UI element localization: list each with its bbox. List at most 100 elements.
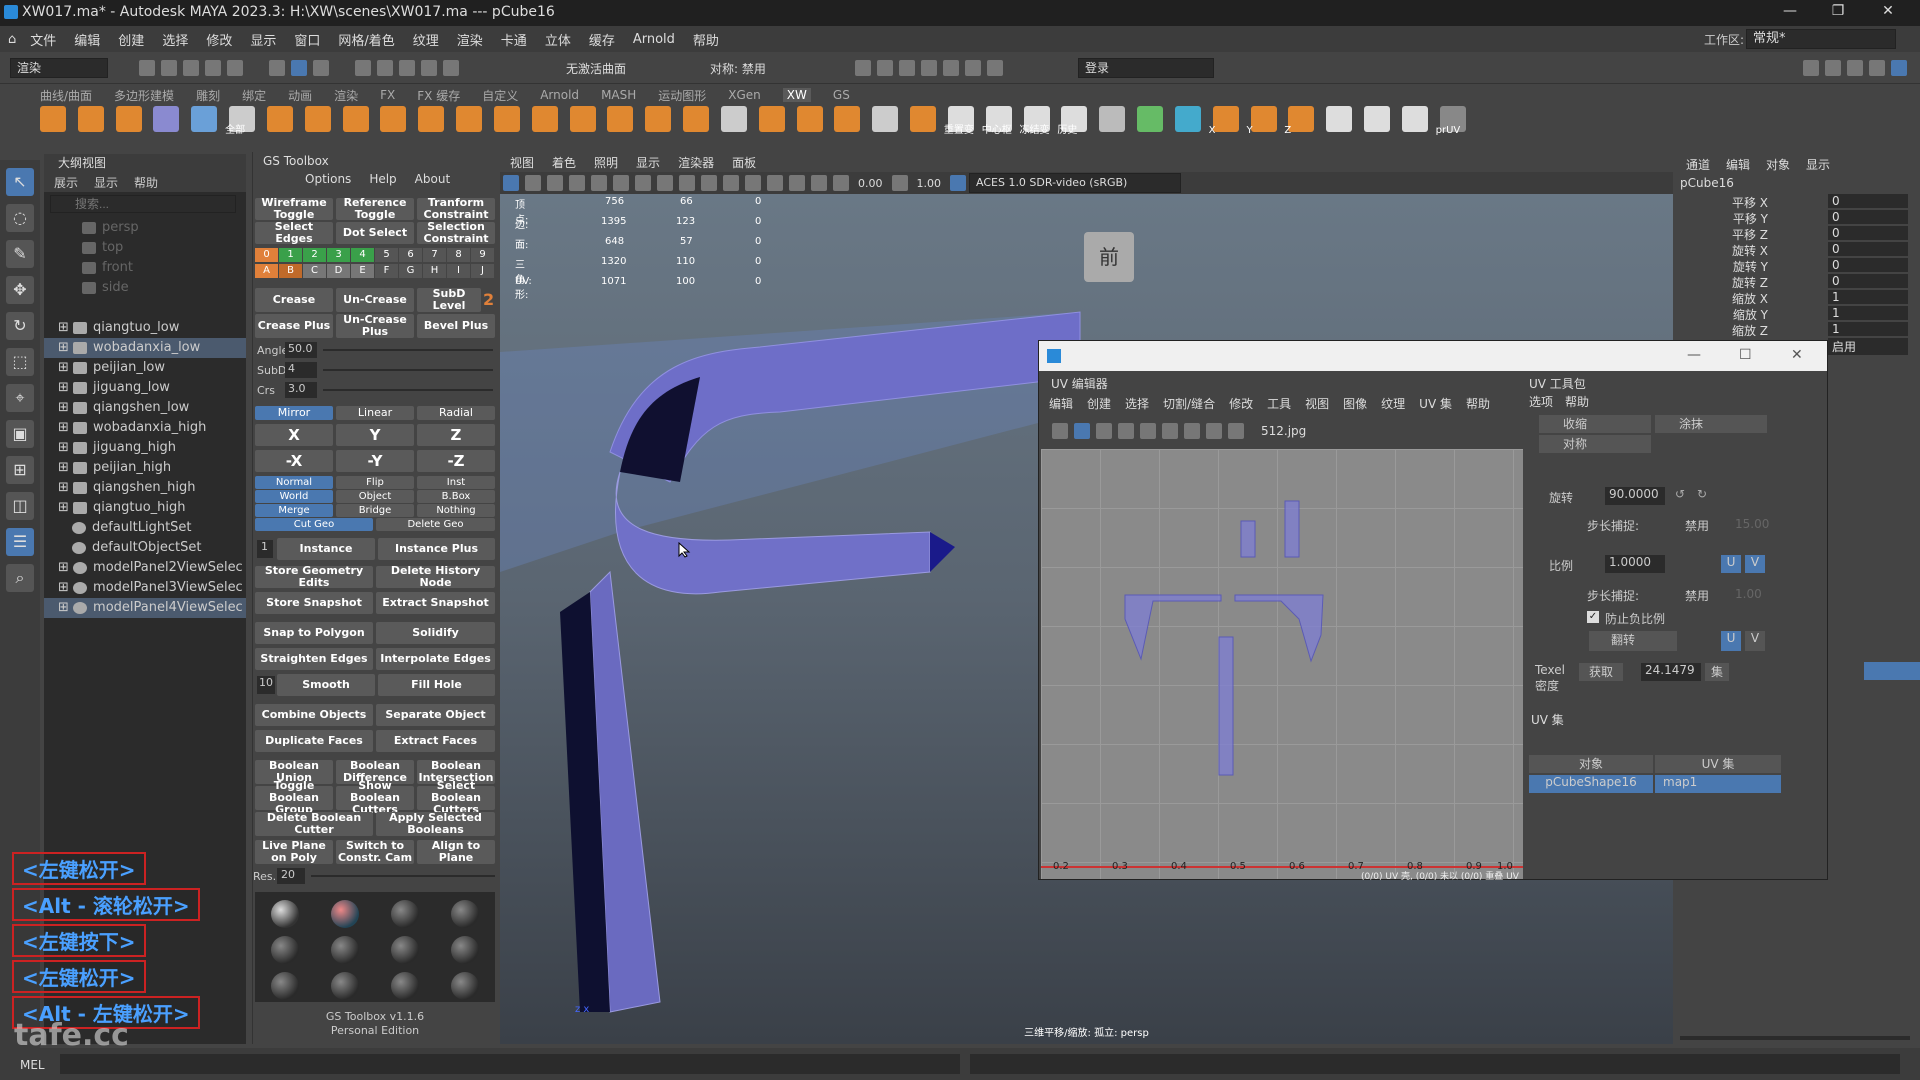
- shelf-tool-20[interactable]: [758, 106, 785, 132]
- attr-value[interactable]: 0: [1828, 210, 1908, 224]
- textured-icon[interactable]: [701, 175, 717, 191]
- cut-geo-toggle[interactable]: Cut Geo: [255, 518, 373, 531]
- prevent-negative-checkbox[interactable]: ✓: [1587, 611, 1599, 623]
- uv-tool-icon[interactable]: [1096, 423, 1112, 439]
- set-h-button[interactable]: H: [423, 264, 446, 278]
- scale-v-button[interactable]: V: [1745, 555, 1765, 573]
- set-8-button[interactable]: 8: [447, 248, 470, 262]
- wireframe-toggle-button[interactable]: Wireframe Toggle: [255, 197, 333, 221]
- uncrease-plus-button[interactable]: Un-Crease Plus: [336, 314, 414, 338]
- instance-count-field[interactable]: 1: [257, 540, 273, 558]
- smear-button[interactable]: 涂抹: [1655, 415, 1767, 433]
- bridge-toggle[interactable]: Bridge: [336, 504, 414, 517]
- list-item[interactable]: ⊞ modelPanel4ViewSelec: [44, 598, 246, 618]
- subd-field[interactable]: 4: [285, 362, 317, 378]
- shelf-tool-8[interactable]: [304, 106, 331, 132]
- list-item[interactable]: persp: [44, 218, 246, 238]
- attr-row[interactable]: 缩放 Y 1: [1674, 306, 1920, 322]
- uvset-object-cell[interactable]: pCubeShape16: [1529, 775, 1653, 793]
- login-button[interactable]: 登录: [1078, 58, 1214, 78]
- shelf-tool-1[interactable]: [40, 106, 66, 132]
- exposure-icon[interactable]: [833, 175, 849, 191]
- vp-menu-renderer[interactable]: 渲染器: [678, 154, 714, 171]
- set-j-button[interactable]: J: [471, 264, 494, 278]
- close-button[interactable]: ✕: [1868, 3, 1908, 19]
- flip-toggle[interactable]: Flip: [336, 476, 414, 489]
- set-5-button[interactable]: 5: [375, 248, 398, 262]
- menu-select[interactable]: 选择: [162, 30, 188, 49]
- shelf-tab-xw[interactable]: XW: [782, 88, 811, 102]
- menu-create[interactable]: 创建: [118, 30, 144, 49]
- channel-menu-channels[interactable]: 通道: [1686, 156, 1710, 173]
- set-d-button[interactable]: D: [327, 264, 350, 278]
- list-item[interactable]: defaultObjectSet: [44, 538, 246, 558]
- shelf-center-button[interactable]: 中心枢: [982, 106, 1012, 136]
- wireframe-icon[interactable]: [657, 175, 673, 191]
- select-component-icon[interactable]: [313, 60, 329, 76]
- uv-menu-view[interactable]: 视图: [1305, 395, 1329, 412]
- hypershade-icon[interactable]: [921, 60, 937, 76]
- shelf-tab-gs[interactable]: GS: [833, 88, 850, 102]
- channel-scrollbar[interactable]: [1680, 1036, 1910, 1040]
- vp-menu-show[interactable]: 显示: [636, 154, 660, 171]
- attr-row[interactable]: 平移 Y 0: [1674, 210, 1920, 226]
- uv-menu-modify[interactable]: 修改: [1229, 395, 1253, 412]
- film-gate-icon[interactable]: [613, 175, 629, 191]
- menu-arnold[interactable]: Arnold: [633, 32, 675, 47]
- nothing-toggle[interactable]: Nothing: [417, 504, 495, 517]
- outliner-menu-help[interactable]: 帮助: [134, 174, 158, 191]
- attr-value[interactable]: 0: [1828, 258, 1908, 272]
- layout-icon[interactable]: [1891, 60, 1907, 76]
- crs-slider[interactable]: [323, 389, 493, 391]
- crease-plus-button[interactable]: Crease Plus: [255, 314, 333, 338]
- set-g-button[interactable]: G: [399, 264, 422, 278]
- shelf-z2-button[interactable]: [1401, 106, 1428, 132]
- render-frame-icon[interactable]: [855, 60, 871, 76]
- uv-toolkit-options[interactable]: 选项: [1529, 393, 1553, 410]
- vp-menu-panels[interactable]: 面板: [732, 154, 756, 171]
- paint-select-icon[interactable]: ✎: [6, 240, 34, 268]
- view-cube[interactable]: 前: [1084, 232, 1134, 282]
- flip-button[interactable]: 翻转: [1589, 631, 1677, 651]
- image-plane-icon[interactable]: [569, 175, 585, 191]
- gs-menu-help[interactable]: Help: [369, 172, 396, 186]
- shelf-pruv-button[interactable]: prUV: [1436, 106, 1466, 136]
- attr-row[interactable]: 平移 X 0: [1674, 194, 1920, 210]
- shelf-tool-17[interactable]: [645, 106, 672, 132]
- shelf-tool-3[interactable]: [115, 106, 142, 132]
- list-item[interactable]: ⊞ peijian_high: [44, 458, 246, 478]
- list-item[interactable]: [44, 298, 246, 318]
- channel-menu-edit[interactable]: 编辑: [1726, 156, 1750, 173]
- list-item[interactable]: ⊞ peijian_low: [44, 358, 246, 378]
- step-snap-select[interactable]: 禁用: [1685, 517, 1709, 534]
- gs-menu-options[interactable]: Options: [305, 172, 351, 186]
- material-ball[interactable]: [451, 972, 479, 1000]
- mirror-y-button[interactable]: Y: [336, 424, 414, 446]
- material-ball[interactable]: [391, 936, 419, 964]
- set-e-button[interactable]: E: [351, 264, 374, 278]
- pause-icon[interactable]: [987, 60, 1003, 76]
- uv-tool-icon[interactable]: [1184, 423, 1200, 439]
- menu-cache[interactable]: 缓存: [589, 30, 615, 49]
- mirror-x-button[interactable]: X: [255, 424, 333, 446]
- toggle-boolean-group-button[interactable]: Toggle Boolean Group: [255, 780, 333, 816]
- attr-value[interactable]: 0: [1828, 194, 1908, 208]
- shelf-tool-15[interactable]: [569, 106, 596, 132]
- attr-row[interactable]: 旋转 Z 0: [1674, 274, 1920, 290]
- shelf-y-button[interactable]: Y: [1247, 106, 1277, 136]
- vp-menu-lighting[interactable]: 照明: [594, 154, 618, 171]
- shelf-tab-curves[interactable]: 曲线/曲面: [40, 87, 92, 104]
- camera-select-icon[interactable]: [503, 175, 519, 191]
- smooth-count-field[interactable]: 10: [257, 676, 275, 694]
- shelf-all-button[interactable]: 全部: [225, 106, 256, 136]
- checker-icon[interactable]: [1228, 423, 1244, 439]
- layer-highlight[interactable]: [1864, 662, 1920, 680]
- list-item[interactable]: top: [44, 238, 246, 258]
- outliner-layout-icon[interactable]: ☰: [6, 528, 34, 556]
- uv-tool-icon[interactable]: [1074, 423, 1090, 439]
- menu-modify[interactable]: 修改: [206, 30, 232, 49]
- home-icon[interactable]: ⌂: [8, 32, 16, 47]
- two-view-icon[interactable]: ◫: [6, 492, 34, 520]
- texture-name[interactable]: 512.jpg: [1261, 424, 1306, 438]
- material-ball[interactable]: [271, 936, 299, 964]
